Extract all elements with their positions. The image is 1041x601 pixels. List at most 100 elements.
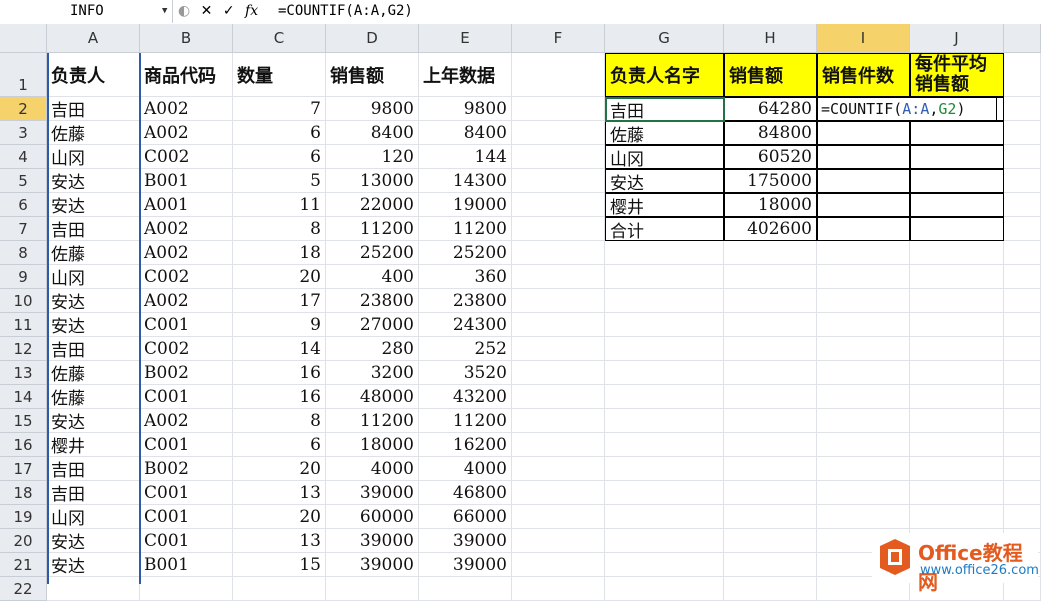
empty-cell[interactable] (910, 361, 1004, 385)
data-cell[interactable]: 6 (233, 433, 326, 457)
data-cell[interactable]: 22000 (326, 193, 419, 217)
empty-cell[interactable] (817, 313, 910, 337)
empty-cell[interactable] (233, 577, 326, 601)
summary-sales-cell[interactable]: 60520 (724, 145, 817, 169)
empty-cell[interactable] (605, 385, 724, 409)
row-header-8[interactable]: 8 (0, 241, 47, 265)
empty-cell[interactable] (724, 529, 817, 553)
empty-cell[interactable] (512, 337, 605, 361)
column-header-i[interactable]: I (817, 24, 910, 53)
data-cell[interactable]: 39000 (326, 529, 419, 553)
data-cell[interactable]: 23800 (419, 289, 512, 313)
summary-name-cell[interactable]: 山冈 (605, 145, 724, 169)
empty-cell[interactable] (419, 577, 512, 601)
empty-cell[interactable] (817, 289, 910, 313)
data-cell[interactable]: 16 (233, 361, 326, 385)
empty-cell[interactable] (512, 121, 605, 145)
data-cell[interactable]: 23800 (326, 289, 419, 313)
data-cell[interactable]: A002 (140, 409, 233, 433)
empty-cell[interactable] (724, 289, 817, 313)
empty-cell[interactable] (910, 457, 1004, 481)
empty-cell[interactable] (512, 361, 605, 385)
row-header-11[interactable]: 11 (0, 313, 47, 337)
data-cell[interactable]: A002 (140, 121, 233, 145)
data-cell[interactable]: A002 (140, 97, 233, 121)
data-cell[interactable]: 8400 (326, 121, 419, 145)
data-cell[interactable]: 佐藤 (47, 385, 140, 409)
summary-sales-cell[interactable]: 18000 (724, 193, 817, 217)
data-cell[interactable]: 16200 (419, 433, 512, 457)
row-header-18[interactable]: 18 (0, 481, 47, 505)
empty-cell[interactable] (817, 409, 910, 433)
empty-cell[interactable] (512, 53, 605, 97)
data-cell[interactable]: 24300 (419, 313, 512, 337)
data-cell[interactable]: 9800 (419, 97, 512, 121)
empty-cell[interactable] (817, 265, 910, 289)
empty-cell[interactable] (605, 361, 724, 385)
data-cell[interactable]: C002 (140, 145, 233, 169)
empty-cell[interactable] (724, 481, 817, 505)
data-cell[interactable]: 14300 (419, 169, 512, 193)
empty-cell[interactable] (724, 433, 817, 457)
data-cell[interactable]: C001 (140, 385, 233, 409)
empty-cell[interactable] (605, 553, 724, 577)
empty-cell[interactable] (605, 457, 724, 481)
data-cell[interactable]: 山冈 (47, 145, 140, 169)
empty-cell[interactable] (724, 337, 817, 361)
data-cell[interactable]: C001 (140, 529, 233, 553)
data-cell[interactable]: A002 (140, 241, 233, 265)
empty-cell[interactable] (910, 313, 1004, 337)
row-header-2[interactable]: 2 (0, 97, 47, 121)
summary-count-cell[interactable] (817, 169, 910, 193)
column-header-h[interactable]: H (724, 24, 817, 53)
summary-header-average[interactable]: 每件平均 销售额 (910, 53, 1004, 97)
row-header-12[interactable]: 12 (0, 337, 47, 361)
column-header-c[interactable]: C (233, 24, 326, 53)
empty-cell[interactable] (817, 481, 910, 505)
data-cell[interactable]: C001 (140, 313, 233, 337)
data-cell[interactable]: 144 (419, 145, 512, 169)
empty-cell[interactable] (910, 433, 1004, 457)
data-cell[interactable]: 樱井 (47, 433, 140, 457)
data-cell[interactable]: 39000 (326, 553, 419, 577)
formula-input[interactable]: =COUNTIF(A:A,G2) (278, 0, 413, 23)
row-header-22[interactable]: 22 (0, 577, 47, 601)
data-cell[interactable]: 400 (326, 265, 419, 289)
summary-sales-cell[interactable]: 402600 (724, 217, 817, 241)
empty-cell[interactable] (817, 241, 910, 265)
row-header-19[interactable]: 19 (0, 505, 47, 529)
header-cell-d[interactable]: 销售额 (326, 53, 419, 97)
column-header-j[interactable]: J (910, 24, 1004, 53)
row-header-7[interactable]: 7 (0, 217, 47, 241)
data-cell[interactable]: A001 (140, 193, 233, 217)
summary-name-cell[interactable]: 佐藤 (605, 121, 724, 145)
data-cell[interactable]: 8 (233, 409, 326, 433)
data-cell[interactable]: 11200 (326, 217, 419, 241)
data-cell[interactable]: 8400 (419, 121, 512, 145)
data-cell[interactable]: 吉田 (47, 337, 140, 361)
empty-cell[interactable] (910, 241, 1004, 265)
empty-cell[interactable] (512, 265, 605, 289)
empty-cell[interactable] (910, 289, 1004, 313)
empty-cell[interactable] (724, 241, 817, 265)
data-cell[interactable]: 18000 (326, 433, 419, 457)
summary-sales-cell[interactable]: 84800 (724, 121, 817, 145)
empty-cell[interactable] (605, 529, 724, 553)
summary-header-count[interactable]: 销售件数 (817, 53, 910, 97)
data-cell[interactable]: 3200 (326, 361, 419, 385)
empty-cell[interactable] (512, 193, 605, 217)
data-cell[interactable]: 安达 (47, 313, 140, 337)
empty-cell[interactable] (512, 145, 605, 169)
data-cell[interactable]: C001 (140, 481, 233, 505)
empty-cell[interactable] (605, 505, 724, 529)
empty-cell[interactable] (512, 289, 605, 313)
column-header-a[interactable]: A (47, 24, 140, 53)
data-cell[interactable]: 佐藤 (47, 241, 140, 265)
row-header-6[interactable]: 6 (0, 193, 47, 217)
summary-count-cell[interactable] (817, 193, 910, 217)
empty-cell[interactable] (605, 577, 724, 601)
empty-cell[interactable] (724, 385, 817, 409)
empty-cell[interactable] (512, 553, 605, 577)
data-cell[interactable]: 安达 (47, 289, 140, 313)
chevron-down-icon[interactable]: ▼ (162, 0, 167, 23)
